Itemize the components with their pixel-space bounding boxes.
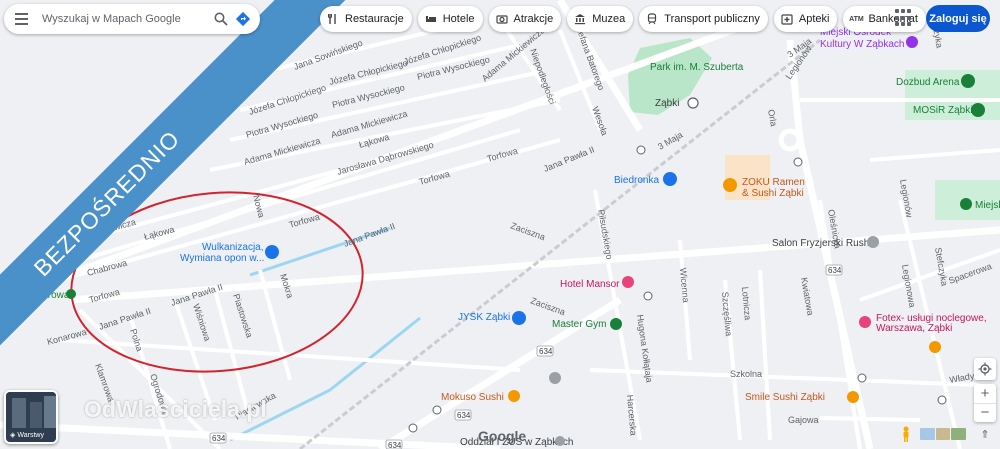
park-icon: [960, 198, 972, 210]
camera-icon: [495, 12, 509, 26]
pharmacy-icon: [780, 12, 794, 26]
search-icon[interactable]: [210, 8, 232, 30]
pegman-icon[interactable]: [901, 426, 911, 442]
layers-label: Warstwy: [17, 431, 44, 439]
google-logo-text: Google: [478, 428, 527, 444]
poi-fotex-2: Warszawa, Ząbki: [876, 323, 952, 334]
thumbnail-3[interactable]: [951, 428, 967, 440]
zoom-out-button[interactable]: −: [974, 404, 996, 423]
google-logo: Google: [478, 428, 526, 444]
layers-button[interactable]: ◈ Warstwy: [4, 390, 58, 444]
chip-label: Transport publiczny: [664, 13, 760, 25]
poi-hotel-mansor: Hotel Mansor: [560, 279, 620, 290]
attraction-icon: [549, 372, 561, 384]
zoom-in-button[interactable]: +: [974, 384, 996, 404]
menu-icon[interactable]: [6, 4, 36, 34]
bus-stop-icon: [408, 423, 418, 433]
poi-salon: Salon Fryzjerski Rush: [772, 238, 869, 249]
restaurant-icon: [508, 390, 520, 402]
poi-miejsk: Miejsk: [975, 200, 1000, 211]
poi-zoku: ZOKU Ramen: [742, 177, 805, 188]
route-634: 634: [539, 347, 553, 356]
chip-label: Atrakcje: [513, 13, 554, 25]
chip-attractions[interactable]: Atrakcje: [488, 6, 562, 32]
museum-icon: [573, 12, 587, 26]
directions-icon[interactable]: [232, 8, 254, 30]
poi-dozbud: Dozbud Arena: [896, 77, 960, 88]
route-634: 634: [212, 434, 226, 443]
bus-stop-icon: [937, 395, 947, 405]
poi-mokuso: Mokuso Sushi: [441, 392, 504, 403]
poi-mosir: MOSiR Ząbki: [913, 105, 972, 116]
bed-icon: [424, 12, 438, 26]
layers-icon: ◈: [10, 432, 16, 439]
watermark-text: OdWlasciciela.pl: [84, 396, 267, 422]
gym-icon: [610, 318, 622, 330]
restaurant-icon: [723, 178, 737, 192]
chip-atm[interactable]: ATM Bankomat: [843, 6, 926, 32]
atm-icon: ATM: [849, 15, 864, 23]
expand-icon[interactable]: ⇑: [976, 425, 994, 443]
poi-smile: Smile Sushi Ząbki: [745, 392, 825, 403]
route-634: 634: [828, 266, 842, 275]
chip-pharmacies[interactable]: Apteki: [773, 6, 838, 32]
poi-master-gym: Master Gym: [552, 319, 606, 330]
train-station-icon: [687, 97, 699, 109]
imagery-thumbnails[interactable]: [920, 428, 967, 440]
bus-stop-icon: [636, 145, 646, 155]
poi-jysk: JYSK Ząbki: [458, 312, 510, 323]
poi-biedronka: Biedronka: [614, 175, 659, 186]
category-chips: Restauracje Hotele Atrakcje Muzea Transp…: [320, 6, 926, 32]
poi-mok-2: Kultury W Ząbkach: [820, 39, 904, 50]
search-box[interactable]: Wyszukaj w Mapach Google: [4, 4, 260, 34]
restaurant-icon: [847, 391, 859, 403]
sign-in-button[interactable]: Zaloguj się: [926, 5, 990, 32]
poi-wulkanizacja-2: Wymiana opon w...: [180, 253, 264, 264]
hotel-icon: [622, 276, 634, 288]
restaurant-icon: [929, 341, 941, 353]
chip-label: Apteki: [798, 13, 830, 25]
locate-icon: [978, 362, 992, 376]
bus-stop-icon: [643, 291, 653, 301]
poi-wulkanizacja: Wulkanizacja,: [202, 242, 264, 253]
bus-stop-icon: [857, 373, 867, 383]
shopping-icon: [512, 311, 526, 325]
chip-label: Hotele: [442, 13, 475, 25]
hotel-icon: [859, 316, 871, 328]
apps-grid-icon[interactable]: [895, 9, 913, 27]
poi-park-label: Park im. M. Szuberta: [650, 62, 744, 73]
office-icon: [555, 436, 565, 446]
shopping-icon: [663, 172, 677, 186]
route-634: 634: [457, 411, 471, 420]
car-repair-icon: [265, 245, 279, 259]
poi-zabki-station: Ząbki: [655, 98, 679, 109]
chip-museums[interactable]: Muzea: [567, 6, 634, 32]
thumbnail-1[interactable]: [920, 428, 935, 440]
chip-hotels[interactable]: Hotele: [417, 6, 483, 32]
chip-transit[interactable]: Transport publiczny: [639, 6, 768, 32]
salon-icon: [867, 236, 879, 248]
chip-label: Restauracje: [345, 13, 404, 25]
train-icon: [645, 12, 659, 26]
bus-stop-icon: [432, 405, 442, 415]
chip-restaurants[interactable]: Restauracje: [320, 6, 412, 32]
map-canvas[interactable]: Jana Sowińskiego Józefa Chłopickiego Józ…: [0, 0, 1000, 449]
poi-zoku-2: & Sushi Ząbki: [742, 188, 804, 199]
street-label: Szkolna: [730, 369, 762, 379]
search-input[interactable]: Wyszukaj w Mapach Google: [42, 13, 210, 25]
park-icon: [66, 289, 76, 299]
route-634: 634: [388, 441, 402, 449]
sports-icon: [971, 103, 985, 117]
layers-label-row: ◈ Warstwy: [10, 431, 44, 440]
bus-stop-icon: [793, 157, 803, 167]
street-label: Gajowa: [788, 415, 819, 425]
sports-icon: [961, 74, 975, 88]
chip-label: Muzea: [592, 13, 626, 25]
zoom-controls: + −: [974, 384, 996, 422]
thumbnail-2[interactable]: [935, 428, 951, 440]
fork-knife-icon: [326, 12, 340, 26]
culture-icon: [906, 36, 918, 48]
my-location-button[interactable]: [974, 358, 996, 380]
